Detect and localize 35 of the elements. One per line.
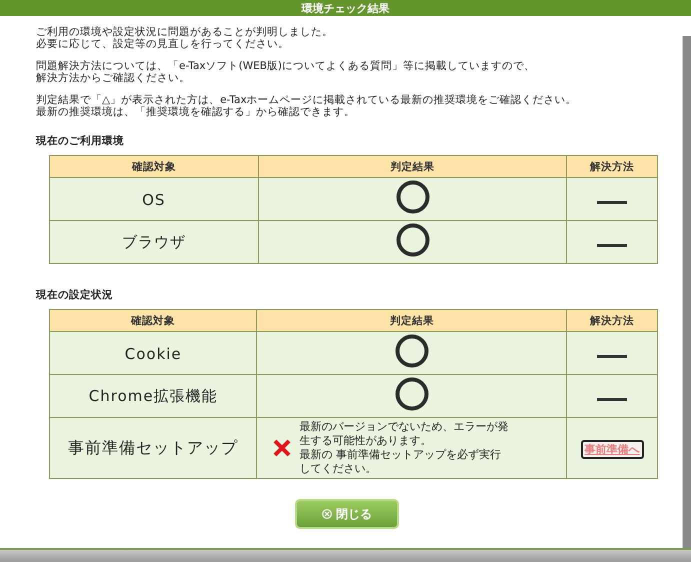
- circle-icon: [396, 180, 430, 214]
- notice-text: 解決方法からご確認ください。: [36, 72, 191, 84]
- scrollbar[interactable]: [682, 36, 691, 548]
- column-header: 判定結果: [256, 310, 567, 332]
- error-message: 最新のバージョンでないため、エラーが発生する可能性があります。: [299, 420, 510, 448]
- notice-text: 問題解決方法については、「e-Taxソフト(WEB版)についてよくある質問」等に掲載していますので、: [36, 60, 536, 72]
- setup-link[interactable]: 事前準備へ: [580, 440, 644, 458]
- table-cell: Cookie: [50, 332, 257, 374]
- close-button[interactable]: 閉じる: [295, 499, 399, 529]
- column-header: 解決方法: [566, 310, 658, 332]
- circle-icon: [396, 223, 430, 257]
- table-cell: Chrome拡張機能: [50, 374, 257, 418]
- section-title: 現在の設定状況: [36, 288, 114, 302]
- table-cell: 事前準備セットアップ: [50, 418, 257, 478]
- column-header: 確認対象: [50, 156, 258, 178]
- notice-text: 必要に応じて、設定等の見直しを行ってください。: [36, 38, 290, 50]
- dash-icon: [597, 354, 628, 358]
- error-message: 最新の 事前準備セットアップを必ず実行してください。: [299, 448, 502, 476]
- notice-text: ご利用の環境や設定状況に問題があることが判明しました。: [36, 26, 334, 38]
- dash-icon: [597, 398, 628, 402]
- close-icon: [322, 509, 332, 519]
- column-header: 確認対象: [50, 310, 257, 332]
- notice-text: 判定結果で「△」が表示された方は、e-Taxホームページに掲載されている最新の推奨環境をご確認ください。: [36, 94, 578, 106]
- table-cell: ブラウザ: [50, 220, 258, 264]
- notice-text: 最新の推奨環境は、「推奨環境を確認する」から確認できます。: [36, 106, 356, 118]
- table-cell: OS: [50, 178, 258, 220]
- dash-icon: [597, 200, 628, 204]
- section-title: 現在のご利用環境: [36, 134, 125, 148]
- column-header: 解決方法: [566, 156, 658, 178]
- dash-icon: [597, 244, 628, 248]
- window-title: 環境チェック結果: [0, 0, 691, 16]
- circle-icon: [394, 334, 429, 368]
- circle-icon: [394, 377, 429, 411]
- column-header: 判定結果: [258, 156, 567, 178]
- cross-icon: [273, 439, 292, 457]
